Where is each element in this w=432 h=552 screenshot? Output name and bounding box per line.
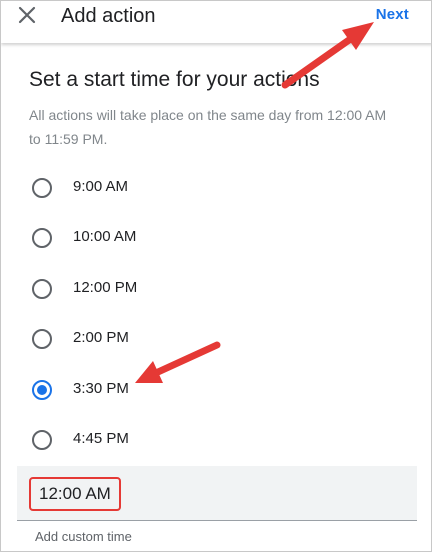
time-option-label: 9:00 AM	[73, 178, 129, 195]
close-icon[interactable]	[15, 3, 39, 27]
time-option-selected[interactable]: 3:30 PM	[1, 365, 431, 415]
radio-button[interactable]	[32, 178, 52, 198]
time-option-label: 12:00 PM	[73, 278, 138, 296]
description-text: All actions will take place on the same …	[29, 107, 387, 147]
time-option[interactable]: 12:00 PM	[1, 264, 431, 314]
time-option-label: 4:45 PM	[73, 429, 129, 447]
time-option[interactable]: 2:00 PM	[1, 314, 431, 364]
section-heading: Set a start time for your actions	[29, 68, 320, 91]
time-option-label: 3:30 PM	[73, 379, 129, 397]
time-option-label: 10:00 AM	[73, 228, 137, 246]
time-option[interactable]: 10:00 AM	[1, 213, 431, 263]
page-title: Add action	[61, 5, 156, 27]
custom-time-field[interactable]: 12:00 AM	[17, 466, 417, 521]
next-button[interactable]: Next	[376, 6, 409, 23]
screenshot-frame: Add action Next Set a start time for you…	[0, 0, 432, 552]
custom-time-helper: Add custom time	[35, 529, 132, 544]
radio-button[interactable]	[32, 429, 52, 450]
radio-button[interactable]	[32, 278, 52, 299]
radio-button[interactable]	[32, 228, 52, 249]
custom-time-value[interactable]: 12:00 AM	[29, 477, 121, 511]
time-option[interactable]: 9:00 AM	[1, 163, 431, 213]
radio-button[interactable]	[32, 379, 52, 400]
app-bar: Add action Next	[1, 1, 431, 43]
radio-button[interactable]	[32, 329, 52, 350]
time-options-list: 9:00 AM 10:00 AM 12:00 PM 2:00 PM 3:30 P…	[1, 163, 431, 465]
time-option[interactable]: 4:45 PM	[1, 415, 431, 465]
time-option-label: 2:00 PM	[73, 329, 129, 347]
